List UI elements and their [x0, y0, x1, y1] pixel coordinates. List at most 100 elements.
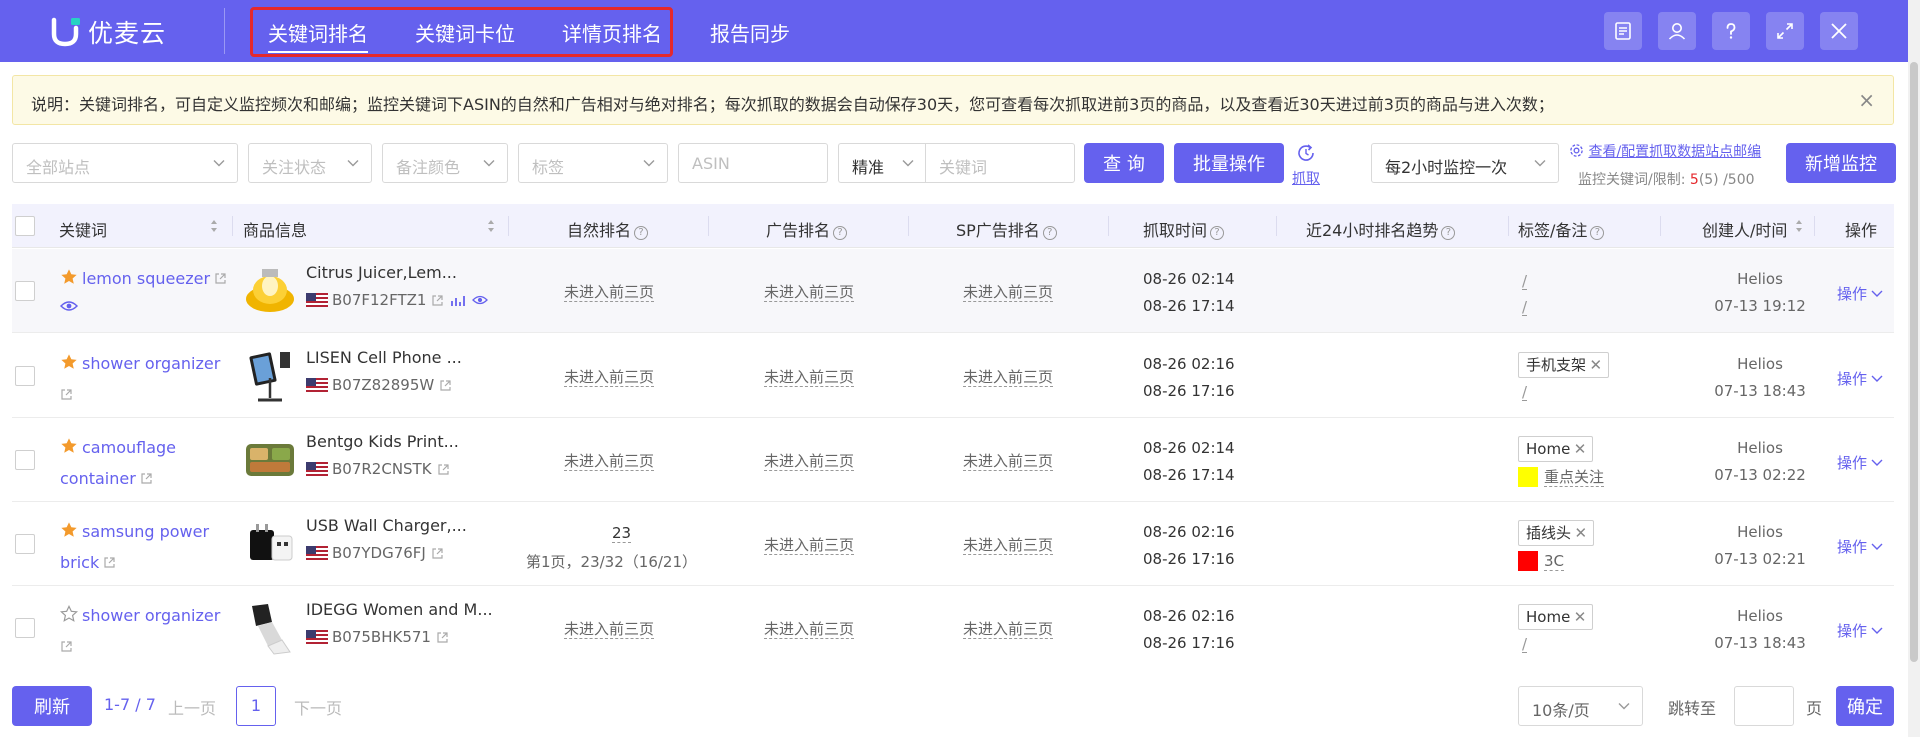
- tag-remove-icon[interactable]: ✕: [1574, 437, 1587, 461]
- batch-operation-button[interactable]: 批量操作: [1174, 143, 1284, 183]
- zip-config-link[interactable]: 查看/配置抓取数据站点邮编: [1569, 141, 1761, 161]
- asin-input[interactable]: ASIN: [678, 143, 828, 183]
- tag-chip[interactable]: 手机支架 ✕: [1518, 352, 1610, 378]
- frequency-select[interactable]: 每2小时监控一次: [1371, 143, 1559, 183]
- product-title[interactable]: LISEN Cell Phone ...: [306, 348, 462, 367]
- product-title[interactable]: IDEGG Women and M...: [306, 600, 493, 619]
- natural-rank[interactable]: 未进入前三页: [564, 452, 655, 471]
- product-title[interactable]: Bentgo Kids Print...: [306, 432, 459, 451]
- keyword-link[interactable]: shower organizer: [82, 354, 220, 373]
- tag-chip[interactable]: Home ✕: [1518, 604, 1594, 630]
- keyword-link-line2[interactable]: container: [60, 469, 136, 488]
- external-link-icon[interactable]: [60, 640, 73, 653]
- star-filled-icon[interactable]: [60, 268, 78, 286]
- note-value[interactable]: /: [1522, 384, 1528, 401]
- keyword-link[interactable]: lemon squeezer: [82, 269, 210, 288]
- row-checkbox[interactable]: [15, 281, 35, 301]
- external-link-icon[interactable]: [60, 388, 73, 401]
- product-image[interactable]: [242, 516, 298, 572]
- jump-page-input[interactable]: [1734, 686, 1794, 726]
- site-select[interactable]: 全部站点: [12, 143, 238, 183]
- tag-chip[interactable]: Home ✕: [1518, 436, 1594, 462]
- keyword-link-line2[interactable]: brick: [60, 553, 99, 572]
- follow-status-select[interactable]: 关注状态: [248, 143, 372, 183]
- product-title[interactable]: USB Wall Charger,...: [306, 516, 467, 535]
- document-button[interactable]: [1604, 12, 1642, 50]
- eye-icon[interactable]: [60, 298, 78, 314]
- tag-remove-icon[interactable]: ✕: [1574, 605, 1587, 629]
- question-icon[interactable]: ?: [1042, 226, 1057, 240]
- keyword-link[interactable]: shower organizer: [82, 606, 220, 625]
- ad-rank[interactable]: 未进入前三页: [764, 368, 855, 387]
- notice-close-icon[interactable]: ×: [1858, 88, 1875, 112]
- product-image[interactable]: [242, 263, 298, 319]
- operation-dropdown[interactable]: 操作: [1837, 283, 1883, 304]
- note-value[interactable]: 重点关注: [1544, 468, 1605, 487]
- add-monitor-button[interactable]: 新增监控: [1786, 143, 1896, 183]
- row-checkbox[interactable]: [15, 534, 35, 554]
- product-image[interactable]: [242, 348, 298, 404]
- ad-rank[interactable]: 未进入前三页: [764, 283, 855, 302]
- tag-empty[interactable]: /: [1522, 273, 1528, 290]
- tag-chip[interactable]: 插线头 ✕: [1518, 520, 1595, 546]
- external-link-icon[interactable]: [436, 631, 449, 644]
- natural-rank[interactable]: 23: [612, 524, 632, 543]
- keyword-link[interactable]: camouflage: [82, 438, 176, 457]
- external-link-icon[interactable]: [431, 547, 444, 560]
- keyword-link[interactable]: samsung power: [82, 522, 209, 541]
- operation-dropdown[interactable]: 操作: [1837, 452, 1883, 473]
- question-icon[interactable]: ?: [1590, 226, 1605, 240]
- select-all-checkbox[interactable]: [15, 216, 35, 236]
- chart-icon[interactable]: [450, 293, 466, 307]
- tag-select[interactable]: 标签: [518, 143, 668, 183]
- star-filled-icon[interactable]: [60, 437, 78, 455]
- eye-icon[interactable]: [472, 293, 489, 307]
- keyword-input[interactable]: 关键词: [925, 143, 1075, 183]
- match-mode-select[interactable]: 精准: [838, 143, 926, 183]
- natural-rank[interactable]: 未进入前三页: [564, 620, 655, 639]
- next-page-button[interactable]: 下一页: [294, 695, 342, 719]
- scrollbar-thumb[interactable]: [1910, 62, 1918, 662]
- external-link-icon[interactable]: [103, 556, 116, 569]
- tab-detail-page-ranking[interactable]: 详情页排名: [562, 18, 662, 47]
- product-image[interactable]: [242, 600, 298, 656]
- note-value[interactable]: /: [1522, 636, 1528, 653]
- operation-dropdown[interactable]: 操作: [1837, 536, 1883, 557]
- sort-icon[interactable]: [487, 218, 495, 234]
- star-outline-icon[interactable]: [60, 605, 78, 623]
- help-button[interactable]: [1712, 12, 1750, 50]
- star-filled-icon[interactable]: [60, 521, 78, 539]
- natural-rank[interactable]: 未进入前三页: [564, 368, 655, 387]
- question-icon[interactable]: ?: [634, 226, 649, 240]
- star-filled-icon[interactable]: [60, 353, 78, 371]
- ad-rank[interactable]: 未进入前三页: [764, 620, 855, 639]
- tab-report-sync[interactable]: 报告同步: [710, 18, 790, 47]
- fullscreen-button[interactable]: [1766, 12, 1804, 50]
- external-link-icon[interactable]: [214, 272, 227, 285]
- prev-page-button[interactable]: 上一页: [168, 695, 216, 719]
- refresh-button[interactable]: 刷新: [12, 686, 92, 726]
- current-page[interactable]: 1: [236, 686, 276, 726]
- grab-button[interactable]: 抓取: [1292, 142, 1320, 188]
- tag-remove-icon[interactable]: ✕: [1589, 353, 1602, 377]
- query-button[interactable]: 查 询: [1084, 143, 1164, 183]
- product-title[interactable]: Citrus Juicer,Lem...: [306, 263, 457, 282]
- tag-remove-icon[interactable]: ✕: [1574, 521, 1587, 545]
- natural-rank[interactable]: 未进入前三页: [564, 283, 655, 302]
- operation-dropdown[interactable]: 操作: [1837, 620, 1883, 641]
- sp-rank[interactable]: 未进入前三页: [963, 452, 1054, 471]
- row-checkbox[interactable]: [15, 618, 35, 638]
- question-icon[interactable]: ?: [1210, 226, 1225, 240]
- product-image[interactable]: [242, 432, 298, 488]
- page-size-select[interactable]: 10条/页: [1518, 686, 1643, 726]
- external-link-icon[interactable]: [437, 463, 450, 476]
- row-checkbox[interactable]: [15, 366, 35, 386]
- sp-rank[interactable]: 未进入前三页: [963, 536, 1054, 555]
- sort-icon[interactable]: [1795, 218, 1803, 234]
- confirm-jump-button[interactable]: 确定: [1836, 686, 1894, 726]
- external-link-icon[interactable]: [431, 294, 444, 307]
- ad-rank[interactable]: 未进入前三页: [764, 536, 855, 555]
- page-scrollbar[interactable]: [1908, 0, 1920, 737]
- external-link-icon[interactable]: [439, 379, 452, 392]
- tab-keyword-ranking[interactable]: 关键词排名: [268, 18, 368, 53]
